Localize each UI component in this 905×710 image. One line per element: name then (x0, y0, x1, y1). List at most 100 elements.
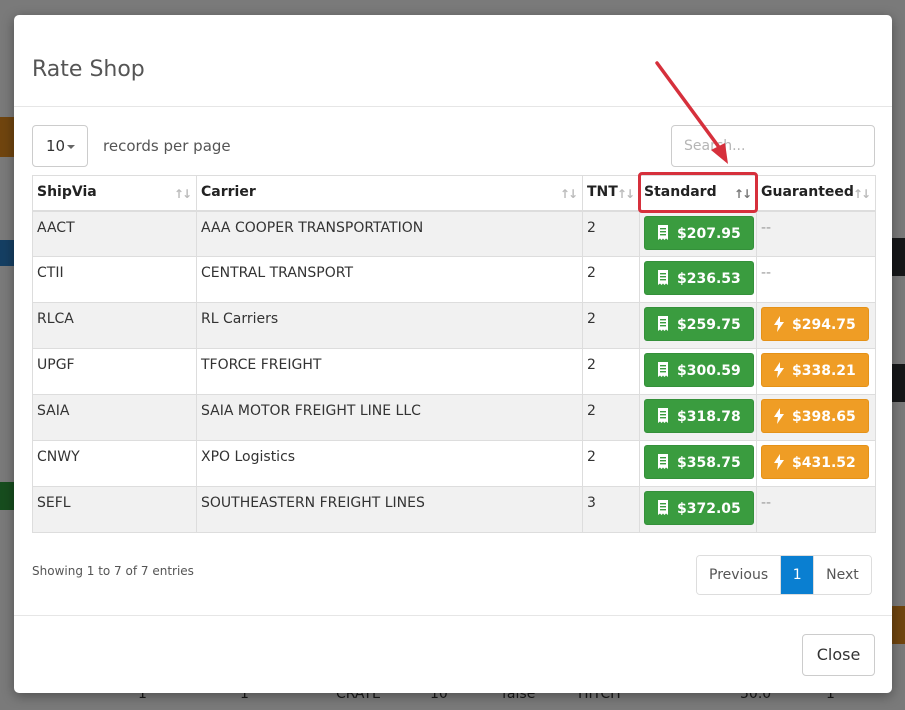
records-per-page-value: 10 (46, 137, 66, 155)
guaranteed-cell: $338.21 (756, 348, 876, 395)
sort-arrows-icon: ↑↓ (616, 187, 635, 201)
guaranteed-rate-label: $294.75 (792, 317, 856, 333)
standard-cell: $207.95 (639, 210, 757, 257)
tnt-cell: 2 (582, 394, 640, 441)
receipt-icon (658, 316, 668, 331)
lightning-icon (774, 453, 784, 470)
guaranteed-rate-label: $398.65 (792, 409, 856, 425)
pagination: Previous 1 Next (696, 555, 872, 595)
standard-rate-button[interactable]: $358.75 (644, 445, 754, 479)
shipvia-cell: UPGF (32, 348, 197, 395)
lightning-icon (774, 361, 784, 378)
table-info: Showing 1 to 7 of 7 entries (32, 564, 194, 578)
tnt-cell: 3 (582, 486, 640, 533)
modal-footer: Close (14, 615, 892, 693)
table-row: CTII CENTRAL TRANSPORT 2 $236.53 -- (32, 256, 876, 303)
guaranteed-cell: -- (756, 210, 876, 257)
guaranteed-rate-label: $431.52 (792, 455, 856, 471)
table-row: AACT AAA COOPER TRANSPORTATION 2 $207.95 -- (32, 210, 876, 257)
standard-cell: $358.75 (639, 440, 757, 487)
close-button[interactable]: Close (802, 634, 875, 676)
carrier-cell: SAIA MOTOR FREIGHT LINE LLC (196, 394, 583, 441)
standard-rate-label: $358.75 (677, 455, 741, 471)
tnt-cell: 2 (582, 440, 640, 487)
tnt-cell: 2 (582, 210, 640, 257)
guaranteed-rate-button[interactable]: $431.52 (761, 445, 869, 479)
shipvia-cell: AACT (32, 210, 197, 257)
guaranteed-cell: -- (756, 486, 876, 533)
sort-arrows-icon: ↑↓ (852, 187, 871, 201)
carrier-cell: CENTRAL TRANSPORT (196, 256, 583, 303)
receipt-icon (658, 270, 668, 285)
shipvia-cell: CNWY (32, 440, 197, 487)
header-label: Guaranteed (761, 184, 854, 200)
standard-rate-label: $372.05 (677, 501, 741, 517)
rates-table: ShipVia ↑↓ Carrier ↑↓ TNT ↑↓ Standard ↑↓ Gua… (32, 175, 876, 533)
receipt-icon (658, 408, 668, 423)
table-row: RLCA RL Carriers 2 $259.75 $294.75 (32, 302, 876, 349)
sort-arrows-icon: ↑↓ (559, 187, 578, 201)
standard-rate-label: $300.59 (677, 363, 741, 379)
column-header-carrier[interactable]: Carrier ↑↓ (196, 175, 583, 212)
tnt-cell: 2 (582, 348, 640, 395)
standard-rate-label: $236.53 (677, 271, 741, 287)
header-label: TNT (587, 184, 618, 200)
shipvia-cell: RLCA (32, 302, 197, 349)
modal-body: 10 records per page ShipVia↑↓ Carrier↑↓ … (14, 107, 892, 615)
no-rate-text: -- (761, 219, 772, 236)
header-label: ShipVia (37, 184, 97, 200)
rate-shop-modal: Rate Shop 10 records per page ShipVia↑↓ … (14, 15, 892, 693)
shipvia-cell: CTII (32, 256, 197, 303)
guaranteed-cell: -- (756, 256, 876, 303)
standard-rate-button[interactable]: $318.78 (644, 399, 754, 433)
table-row: SAIA SAIA MOTOR FREIGHT LINE LLC 2 $318.78 $… (32, 394, 876, 441)
column-header-guaranteed[interactable]: Guaranteed ↑↓ (756, 175, 876, 212)
standard-cell: $318.78 (639, 394, 757, 441)
standard-rate-label: $259.75 (677, 317, 741, 333)
standard-rate-button[interactable]: $259.75 (644, 307, 754, 341)
carrier-cell: XPO Logistics (196, 440, 583, 487)
modal-header: Rate Shop (14, 15, 892, 107)
guaranteed-rate-button[interactable]: $294.75 (761, 307, 869, 341)
search-input[interactable] (671, 125, 875, 167)
no-rate-text: -- (761, 495, 772, 511)
guaranteed-cell: $398.65 (756, 394, 876, 441)
standard-rate-button[interactable]: $236.53 (644, 261, 754, 295)
lightning-icon (774, 407, 784, 424)
standard-cell: $372.05 (639, 486, 757, 533)
column-header-tnt[interactable]: TNT ↑↓ (582, 175, 640, 212)
standard-rate-button[interactable]: $207.95 (644, 215, 754, 250)
previous-page-button[interactable]: Previous (697, 556, 782, 594)
table-row: UPGF TFORCE FREIGHT 2 $300.59 $338.21 (32, 348, 876, 395)
standard-rate-button[interactable]: $372.05 (644, 491, 754, 525)
guaranteed-rate-button[interactable]: $338.21 (761, 353, 869, 387)
standard-cell: $300.59 (639, 348, 757, 395)
tnt-cell: 2 (582, 302, 640, 349)
standard-cell: $259.75 (639, 302, 757, 349)
standard-column-highlight (638, 172, 758, 213)
shipvia-cell: SEFL (32, 486, 197, 533)
standard-rate-button[interactable]: $300.59 (644, 353, 754, 387)
table-row: CNWY XPO Logistics 2 $358.75 $431.52 (32, 440, 876, 487)
standard-cell: $236.53 (639, 256, 757, 303)
sort-arrows-icon: ↑↓ (173, 187, 192, 201)
standard-rate-label: $318.78 (677, 409, 741, 425)
carrier-cell: RL Carriers (196, 302, 583, 349)
guaranteed-cell: $431.52 (756, 440, 876, 487)
guaranteed-rate-label: $338.21 (792, 363, 856, 379)
guaranteed-rate-button[interactable]: $398.65 (761, 399, 869, 433)
lightning-icon (774, 315, 784, 332)
header-label: Carrier (201, 184, 256, 200)
carrier-cell: AAA COOPER TRANSPORTATION (196, 210, 583, 257)
receipt-icon (658, 362, 668, 377)
chevron-down-icon (67, 145, 75, 149)
table-row: SEFL SOUTHEASTERN FREIGHT LINES 3 $372.05 -- (32, 486, 876, 533)
next-page-button[interactable]: Next (813, 556, 871, 594)
no-rate-text: -- (761, 265, 772, 281)
page-1-button[interactable]: 1 (781, 556, 814, 594)
records-per-page-select[interactable]: 10 (32, 125, 88, 167)
standard-rate-label: $207.95 (677, 225, 741, 242)
modal-title: Rate Shop (32, 57, 145, 82)
carrier-cell: SOUTHEASTERN FREIGHT LINES (196, 486, 583, 533)
column-header-shipvia[interactable]: ShipVia ↑↓ (32, 175, 197, 212)
